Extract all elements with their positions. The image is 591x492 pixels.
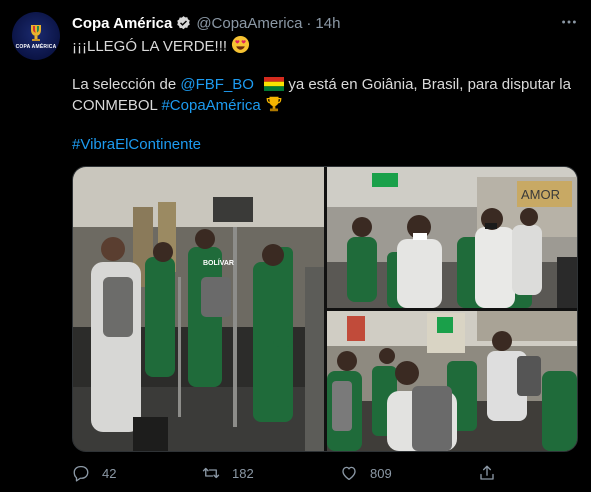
photo-baggage-claim[interactable] <box>327 311 577 451</box>
bolivia-flag-emoji <box>264 77 285 91</box>
tweet-text-segment: La selección de <box>72 76 181 93</box>
like-count: 809 <box>370 465 392 481</box>
copa-america-logo-icon <box>31 25 41 41</box>
more-icon[interactable] <box>559 12 579 32</box>
reply-button[interactable]: 42 <box>72 464 116 482</box>
jersey-text: BOLÍVAR <box>203 258 234 267</box>
like-button[interactable]: 809 <box>340 464 392 482</box>
retweet-count: 182 <box>232 465 254 481</box>
photo-team-boarding[interactable]: BOLÍVAR <box>73 167 324 451</box>
avatar-brand-text: COPA AMÉRICA <box>15 44 57 50</box>
hashtag-link[interactable]: #CopaAmérica <box>161 97 260 114</box>
account-name[interactable]: Copa América <box>72 15 172 32</box>
share-icon <box>480 465 494 480</box>
tweet-timestamp[interactable]: 14h <box>315 15 340 32</box>
separator-dot: · <box>306 14 312 32</box>
mention-link[interactable]: @FBF_BO <box>180 76 254 93</box>
trophy-emoji <box>266 96 282 112</box>
reply-icon <box>73 465 89 482</box>
share-button[interactable] <box>478 464 496 482</box>
tweet-text-segment: CONMEBOL <box>72 97 162 114</box>
tweet-text-line-4: #VibraElContinente <box>72 135 577 155</box>
retweet-icon <box>202 467 220 479</box>
reply-count: 42 <box>102 465 117 481</box>
tweet-headline: ¡¡¡LLEGÓ LA VERDE!!! <box>72 38 228 55</box>
retweet-button[interactable]: 182 <box>202 464 254 482</box>
sign-amor: AMOR <box>521 187 560 202</box>
heart-eyes-emoji <box>232 35 250 54</box>
hashtag-link[interactable]: #VibraElContinente <box>72 136 201 153</box>
verified-icon <box>177 15 191 29</box>
avatar[interactable]: COPA AMÉRICA <box>12 12 60 60</box>
tweet-text-line-1: ¡¡¡LLEGÓ LA VERDE!!! <box>72 35 577 57</box>
photo-airport-arrival[interactable]: AMOR <box>327 167 577 308</box>
like-icon <box>342 466 356 481</box>
media-grid[interactable]: BOLÍVAR AMOR <box>72 166 578 452</box>
tweet-text-segment: ya está en Goiânia, Brasil, para disputa… <box>284 76 571 93</box>
account-handle[interactable]: @CopaAmerica <box>196 15 302 32</box>
tweet-header: Copa América @CopaAmerica · 14h <box>72 13 340 33</box>
tweet-actions: 42 182 809 <box>72 462 502 484</box>
tweet-text-line-3: CONMEBOL #CopaAmérica <box>72 95 577 116</box>
tweet-text-line-2: La selección de @FBF_BO ya está en Goiân… <box>72 75 577 95</box>
